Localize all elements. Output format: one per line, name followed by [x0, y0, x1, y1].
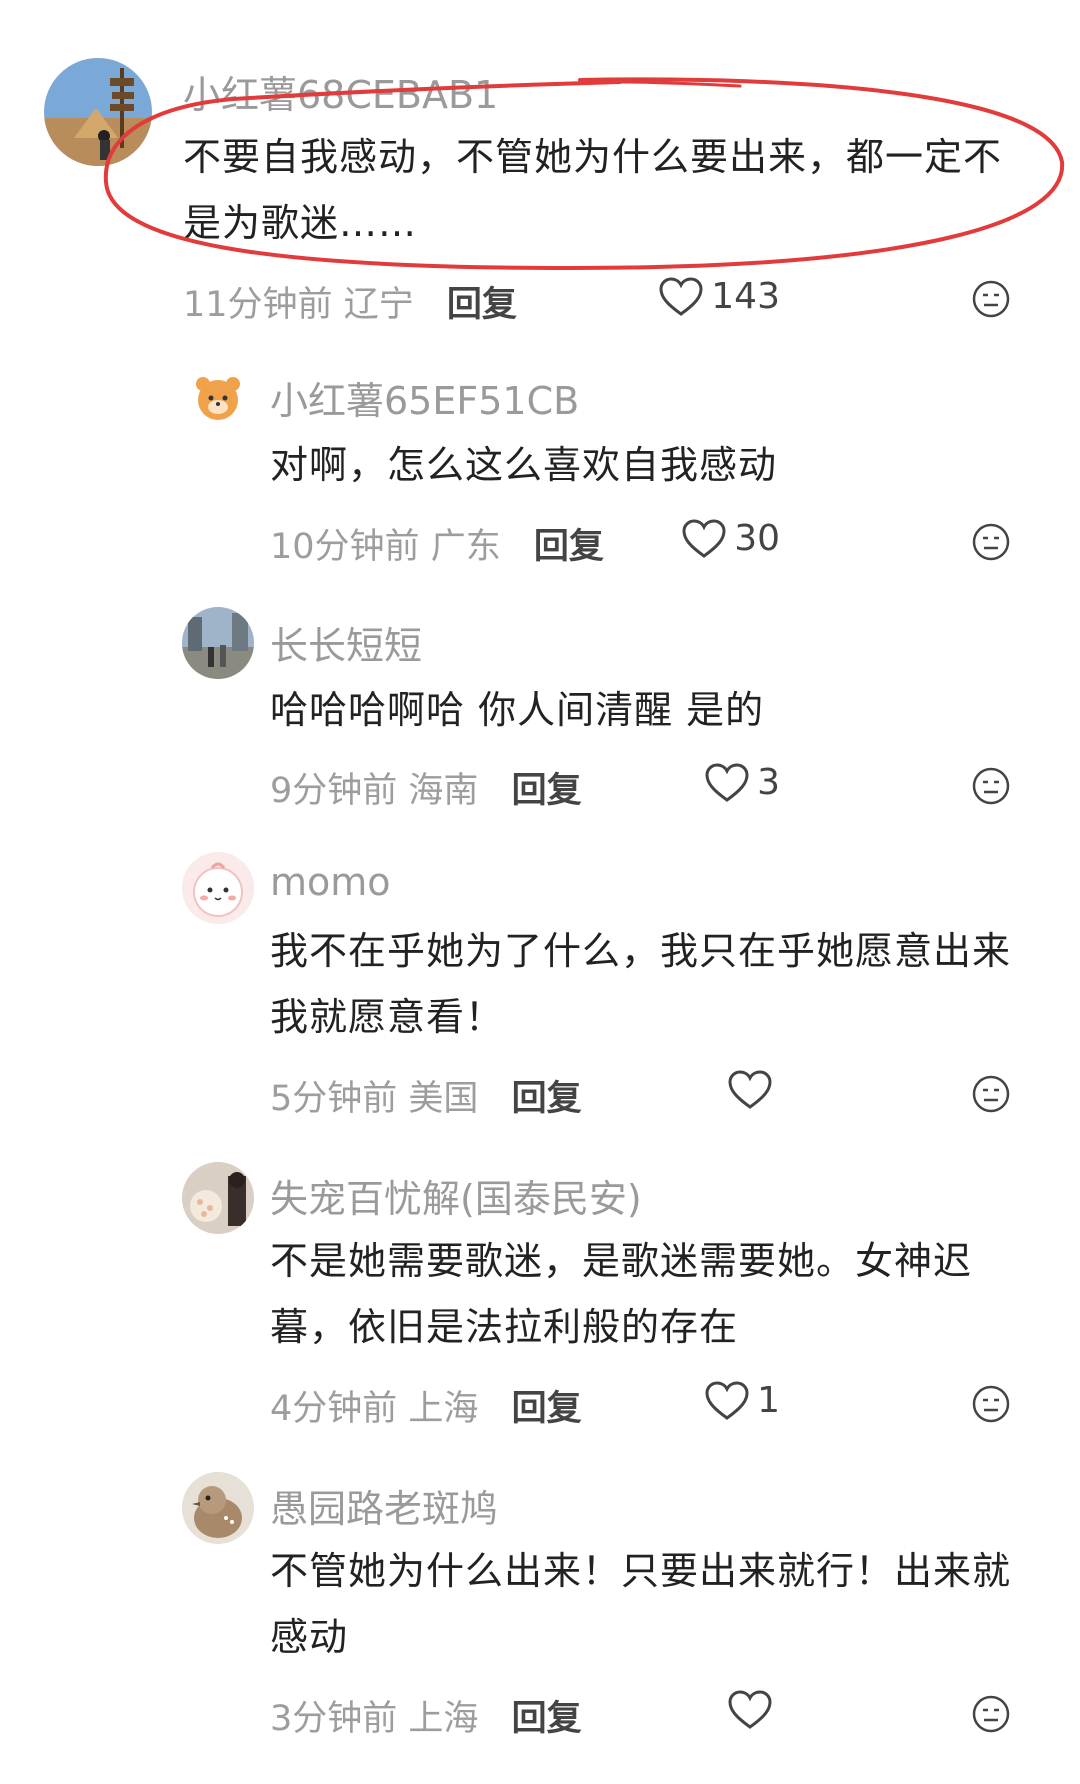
- reply-button[interactable]: 回复: [534, 527, 604, 567]
- comment-time: 5分钟前: [270, 1079, 398, 1119]
- like-button[interactable]: [728, 1070, 780, 1110]
- comment-meta: 3分钟前 上海 回复: [270, 1690, 582, 1741]
- comment-location: 上海: [408, 1699, 479, 1739]
- comment-time: 11分钟前: [183, 285, 333, 325]
- avatar[interactable]: [182, 1162, 254, 1234]
- reply-button[interactable]: 回复: [512, 771, 582, 811]
- like-button[interactable]: 30: [682, 518, 780, 559]
- meh-face-icon[interactable]: [971, 279, 1011, 319]
- comment-meta: 5分钟前 美国 回复: [270, 1070, 582, 1121]
- like-button[interactable]: [728, 1690, 780, 1730]
- reply-button[interactable]: 回复: [512, 1699, 582, 1739]
- comment-text: 我不在乎她为了什么，我只在乎她愿意出来我就愿意看！: [270, 929, 1012, 1039]
- comment-location: 辽宁: [343, 285, 414, 325]
- heart-outline-icon: [705, 1380, 749, 1420]
- heart-outline-icon: [705, 762, 749, 802]
- comment-meta: 4分钟前 上海 回复: [270, 1380, 582, 1431]
- reply-button[interactable]: 回复: [512, 1389, 582, 1429]
- like-count: 1: [757, 1380, 780, 1421]
- comment-text: 不是她需要歌迷，是歌迷需要她。女神迟暮，依旧是法拉利般的存在: [270, 1239, 973, 1349]
- like-count: 30: [734, 518, 780, 559]
- heart-outline-icon: [728, 1690, 772, 1729]
- avatar[interactable]: [182, 362, 254, 434]
- comment-location: 海南: [408, 771, 479, 811]
- username[interactable]: momo: [270, 860, 391, 904]
- meh-face-icon[interactable]: [971, 1384, 1011, 1424]
- comment-time: 3分钟前: [270, 1699, 398, 1739]
- comment-meta: 10分钟前 广东 回复: [270, 518, 604, 569]
- comment-location: 上海: [408, 1389, 479, 1429]
- comment-location: 美国: [408, 1079, 479, 1119]
- avatar[interactable]: [182, 852, 254, 924]
- comment-time: 9分钟前: [270, 771, 398, 811]
- heart-outline-icon: [728, 1070, 772, 1109]
- username[interactable]: 失宠百忧解(国泰民安): [270, 1168, 642, 1223]
- avatar[interactable]: [44, 58, 152, 166]
- heart-outline-icon: [659, 276, 703, 316]
- comment-text: 哈哈哈啊哈 你人间清醒 是的: [270, 688, 765, 732]
- username[interactable]: 小红薯68CEBAB1: [183, 64, 498, 119]
- meh-face-icon[interactable]: [971, 766, 1011, 806]
- like-count: 143: [711, 276, 780, 317]
- comment-meta: 9分钟前 海南 回复: [270, 762, 582, 813]
- heart-outline-icon: [682, 518, 726, 558]
- comment-text: 对啊，怎么这么喜欢自我感动: [270, 443, 778, 487]
- comment-time: 4分钟前: [270, 1389, 398, 1429]
- meh-face-icon[interactable]: [971, 1074, 1011, 1114]
- comment-time: 10分钟前: [270, 527, 420, 567]
- comment-location: 广东: [430, 527, 501, 567]
- comment-meta: 11分钟前 辽宁 回复: [183, 276, 517, 327]
- like-button[interactable]: 1: [705, 1380, 780, 1421]
- username[interactable]: 小红薯65EF51CB: [270, 370, 579, 425]
- like-button[interactable]: 3: [705, 762, 780, 803]
- like-button[interactable]: 143: [659, 276, 780, 317]
- username[interactable]: 愚园路老斑鸠: [270, 1478, 498, 1533]
- meh-face-icon[interactable]: [971, 522, 1011, 562]
- reply-button[interactable]: 回复: [512, 1079, 582, 1119]
- avatar[interactable]: [182, 607, 254, 679]
- meh-face-icon[interactable]: [971, 1694, 1011, 1734]
- avatar[interactable]: [182, 1472, 254, 1544]
- comment-text: 不管她为什么出来！只要出来就行！出来就感动: [270, 1549, 1012, 1659]
- reply-button[interactable]: 回复: [447, 285, 517, 325]
- username[interactable]: 长长短短: [270, 615, 422, 670]
- comment-text: 不要自我感动，不管她为什么要出来，都一定不是为歌迷……: [183, 135, 1003, 245]
- like-count: 3: [757, 762, 780, 803]
